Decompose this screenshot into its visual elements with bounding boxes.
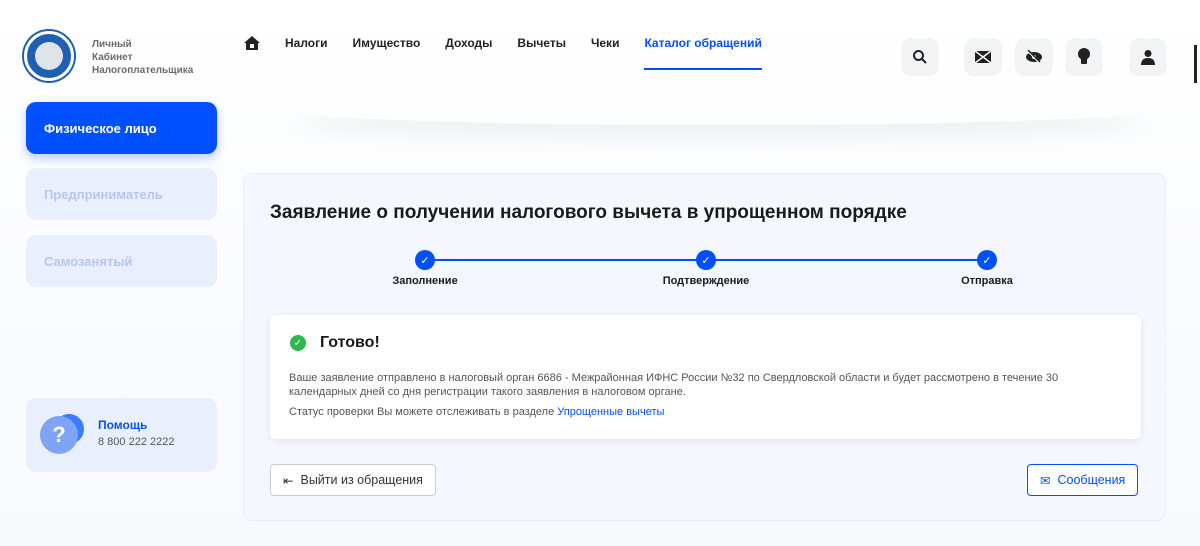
lightbulb-icon <box>1078 48 1090 64</box>
eye-off-icon <box>1026 50 1042 64</box>
logo-text: Личный Кабинет Налогоплательщика <box>92 38 193 77</box>
exit-icon: ⇤ <box>283 473 294 488</box>
result-panel: ✓ Готово! Ваше заявление отправлено в на… <box>270 315 1141 439</box>
request-card: Заявление о получении налогового вычета … <box>243 173 1166 521</box>
envelope-icon: ✉ <box>1040 473 1051 488</box>
help-title: Помощь <box>98 418 148 432</box>
nav-receipts[interactable]: Чеки <box>591 36 620 50</box>
step-check-icon: ✓ <box>977 250 997 270</box>
envelope-icon <box>975 51 991 63</box>
fns-logo[interactable] <box>24 31 74 81</box>
nav-request-catalog[interactable]: Каталог обращений <box>644 36 763 70</box>
logo-line: Личный <box>92 39 132 50</box>
nav-taxes[interactable]: Налоги <box>285 36 328 50</box>
step-label-filling: Заполнение <box>392 275 458 287</box>
search-icon <box>913 50 927 64</box>
exit-label: Выйти из обращения <box>300 473 423 487</box>
sidebar-item-self-employed[interactable]: Самозанятый <box>26 235 217 287</box>
simplified-deductions-link[interactable]: Упрощенные вычеты <box>557 406 664 418</box>
sidebar-item-entrepreneur[interactable]: Предприниматель <box>26 168 217 220</box>
exit-request-button[interactable]: ⇤ Выйти из обращения <box>270 464 436 496</box>
user-icon <box>1141 50 1155 65</box>
help-icon: ? <box>40 416 78 454</box>
search-button[interactable] <box>901 38 939 76</box>
messages-label: Сообщения <box>1057 473 1126 487</box>
help-phone[interactable]: 8 800 222 2222 <box>98 436 174 448</box>
nav-deductions[interactable]: Вычеты <box>517 36 566 50</box>
nav-income[interactable]: Доходы <box>445 36 492 50</box>
home-icon[interactable] <box>244 35 260 51</box>
visibility-button[interactable] <box>1015 38 1053 76</box>
sidebar-item-individual[interactable]: Физическое лицо <box>26 102 217 154</box>
tips-button[interactable] <box>1065 38 1103 76</box>
logo-line: Налогоплательщика <box>92 65 194 76</box>
result-message: Ваше заявление отправлено в налоговый ор… <box>289 372 1059 398</box>
step-check-icon: ✓ <box>415 250 435 270</box>
step-label-sending: Отправка <box>961 275 1013 287</box>
header-shadow <box>290 95 1150 125</box>
page-title: Заявление о получении налогового вычета … <box>270 202 907 223</box>
profile-button[interactable] <box>1129 38 1167 76</box>
logo-line: Кабинет <box>92 52 133 63</box>
success-check-icon: ✓ <box>290 335 306 351</box>
step-label-confirmation: Подтверждение <box>662 275 750 287</box>
help-card[interactable]: ? Помощь 8 800 222 2222 <box>26 398 217 472</box>
scrollbar[interactable] <box>1194 45 1197 83</box>
main-nav: Налоги Имущество Доходы Вычеты Чеки Ката… <box>244 35 763 70</box>
result-title: Готово! <box>320 334 380 351</box>
status-text: Статус проверки Вы можете отслеживать в … <box>289 406 664 418</box>
mail-button[interactable] <box>964 38 1002 76</box>
nav-property[interactable]: Имущество <box>353 36 421 50</box>
status-label: Статус проверки Вы можете отслеживать в … <box>289 406 558 418</box>
step-check-icon: ✓ <box>696 250 716 270</box>
messages-button[interactable]: ✉ Сообщения <box>1027 464 1139 496</box>
